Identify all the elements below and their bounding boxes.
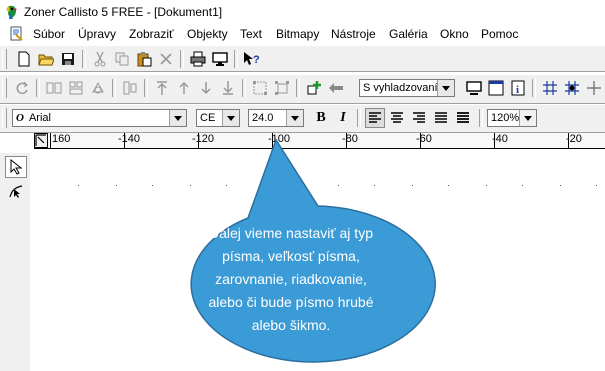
callout-line: písma, veľkosť písma,	[222, 248, 360, 264]
callout-text: Ďalej vieme nastaviť aj typ písma, veľko…	[186, 222, 396, 337]
callout-line: Ďalej vieme nastaviť aj typ	[209, 225, 373, 241]
callout-line: alebo šikmo.	[251, 317, 331, 333]
callout-line: zarovnanie, riadkovanie,	[215, 271, 367, 287]
callout-line: alebo či bude písmo hrubé	[208, 294, 374, 310]
